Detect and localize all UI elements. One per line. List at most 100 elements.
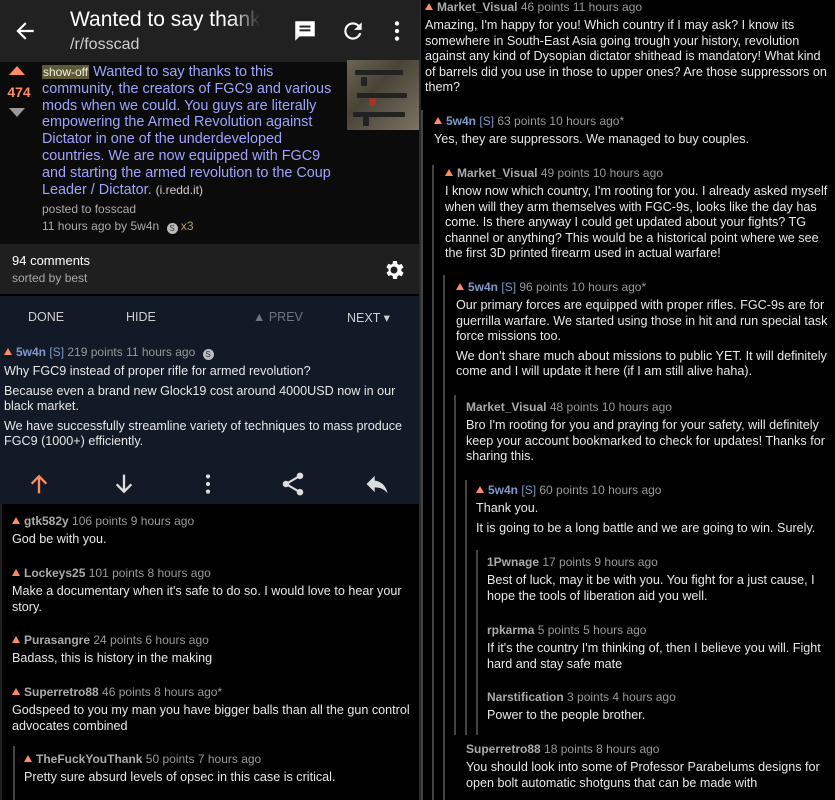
share-icon[interactable] [279,470,307,498]
comment-author[interactable]: Lockeys25 [24,566,85,580]
upvote-icon[interactable] [12,517,20,524]
upvote-icon[interactable] [24,755,32,762]
comment-author[interactable]: TheFuckYouThank [36,752,142,766]
comment-points: 46 points 11 hours ago [520,0,643,14]
comment-points: 49 points 10 hours ago [540,166,663,180]
comment[interactable]: Superretro88 18 points 8 hours ago You s… [466,742,834,795]
comment[interactable]: Market_Visual 46 points 11 hours ago Ama… [425,0,833,100]
upvote-icon[interactable] [4,348,12,355]
comment[interactable]: Market_Visual 49 points 10 hours ago I k… [445,166,833,266]
upvote-icon[interactable] [12,636,20,643]
upvote-icon[interactable] [425,3,433,10]
comment-paragraph: Power to the people brother. [487,708,646,722]
post-thumbnail[interactable] [347,60,419,130]
comment[interactable]: TheFuckYouThank 50 points 7 hours ago Pr… [24,752,414,786]
comment-author[interactable]: Narstification [487,690,564,704]
overflow-menu-icon[interactable] [384,18,410,44]
comment[interactable]: Lockeys25 101 points 8 hours ago Make a … [12,566,412,615]
upvote-icon[interactable] [456,283,464,290]
comment-body: Power to the people brother. [487,708,835,724]
comment[interactable]: 5w4n [S] 60 points 10 hours ago Thank yo… [476,483,834,540]
upvote-icon[interactable] [12,569,20,576]
comment-author[interactable]: gtk582y [24,514,69,528]
comment-body: I know now which country, I'm rooting fo… [445,184,833,262]
comment-action-bar [0,464,419,504]
comment[interactable]: 1Pwnage 17 points 9 hours ago Best of lu… [487,555,835,608]
upvote-icon[interactable] [12,688,20,695]
comment-author[interactable]: 5w4n [468,280,498,294]
hide-button[interactable]: HIDE [126,310,156,324]
comment-paragraph: If it's the country I'm thinking of, the… [487,641,821,671]
comment-author[interactable]: 5w4n [488,483,518,497]
comment-author[interactable]: Market_Visual [437,0,518,14]
comment-points: 48 points 10 hours ago [549,400,672,414]
post-posted-to: posted to fosscad [42,202,137,216]
comment-points: 18 points 8 hours ago [544,742,660,756]
comment[interactable]: Superretro88 46 points 8 hours ago* Gods… [12,685,412,734]
upvote-icon[interactable] [445,169,453,176]
comment-author[interactable]: 5w4n [16,345,46,359]
downvote-icon[interactable] [110,470,138,498]
comment-points: 17 points 9 hours ago [542,555,658,569]
upvote-icon[interactable] [434,117,442,124]
comment[interactable]: Narstification 3 points 4 hours ago Powe… [487,690,835,728]
op-tag: [S] [479,114,495,128]
comment-body: Godspeed to you my man you have bigger b… [12,703,410,733]
op-tag: [S] [501,280,517,294]
comment[interactable]: rpkarma 5 points 5 hours ago If it's the… [487,623,835,676]
comment-points: 3 points 4 hours ago [567,690,676,704]
comment[interactable]: 5w4n [S] 96 points 10 hours ago* Our pri… [456,280,834,384]
refresh-icon[interactable] [340,18,366,44]
comment-body: If it's the country I'm thinking of, the… [487,641,835,672]
more-options-icon[interactable] [194,470,222,498]
gear-icon[interactable] [382,258,406,282]
post-time-author: 11 hours ago by 5w4n S x3 [42,219,194,234]
comment-icon[interactable] [292,18,318,44]
comment-author[interactable]: Superretro88 [466,742,541,756]
comment[interactable]: Purasangre 24 points 6 hours ago Badass,… [12,633,412,667]
toolbar-subreddit[interactable]: /r/fosscad [70,36,139,54]
prev-button[interactable]: ▲ PREV [253,310,303,324]
comment-points: 46 points 8 hours ago* [102,685,223,699]
comment-author[interactable]: Purasangre [24,633,90,647]
comment[interactable]: 5w4n [S] 63 points 10 hours ago* Yes, th… [434,114,832,152]
comment-paragraph: Yes, they are suppressors. We managed to… [434,132,750,146]
comment-author[interactable]: Superretro88 [24,685,99,699]
comment-points: 24 points 6 hours ago [93,633,209,647]
next-button[interactable]: NEXT ▾ [347,310,390,325]
comment-sort[interactable]: sorted by best [12,271,87,285]
op-tag: [S] [49,345,65,359]
back-arrow-icon[interactable] [12,18,38,44]
silver-award-icon: S [166,223,178,234]
comment-points: 50 points 7 hours ago [145,752,262,766]
comment-points: 5 points 5 hours ago [537,623,647,637]
app-root: Wanted to say thanks to this community /… [0,0,835,800]
done-button[interactable]: DONE [28,310,64,324]
comment[interactable]: Market_Visual 48 points 10 hours ago Bro… [466,400,834,469]
reply-icon[interactable] [363,470,391,498]
thread-line [421,110,423,800]
comment-author[interactable]: 5w4n [446,114,476,128]
comment-author[interactable]: rpkarma [487,623,534,637]
thread-line [476,550,478,735]
comment[interactable]: gtk582y 106 points 9 hours ago God be wi… [12,514,412,548]
comment-author[interactable]: 1Pwnage [487,555,539,569]
selected-comment[interactable]: 5w4n [S] 219 points 11 hours ago S Why F… [0,340,419,464]
comment-paragraph: Why FGC9 instead of proper rifle for arm… [4,364,311,378]
comment-body: Pretty sure absurd levels of opsec in th… [24,770,336,784]
post-title[interactable]: show-off Wanted to say thanks to this co… [42,64,342,198]
comment-points: 101 points 8 hours ago [88,566,211,580]
comment-author[interactable]: Market_Visual [457,166,538,180]
post-title-text[interactable]: Wanted to say thanks to this community, … [42,64,331,198]
comment-author[interactable]: Market_Visual [466,400,547,414]
comments-header: 94 comments sorted by best [0,244,419,294]
comment-paragraph: We have successfully streamline variety … [4,418,403,449]
post-flair: show-off [42,65,90,79]
downvote-arrow-icon[interactable] [9,108,25,117]
comment-body: Our primary forces are equipped with pro… [456,298,834,380]
post-header: 474 show-off Wanted to say thanks to thi… [0,60,419,244]
post-time-author-text: 11 hours ago by 5w4n [42,219,160,233]
upvote-icon[interactable] [476,486,484,493]
upvote-arrow-icon[interactable] [9,66,25,75]
upvote-icon[interactable] [25,470,53,498]
